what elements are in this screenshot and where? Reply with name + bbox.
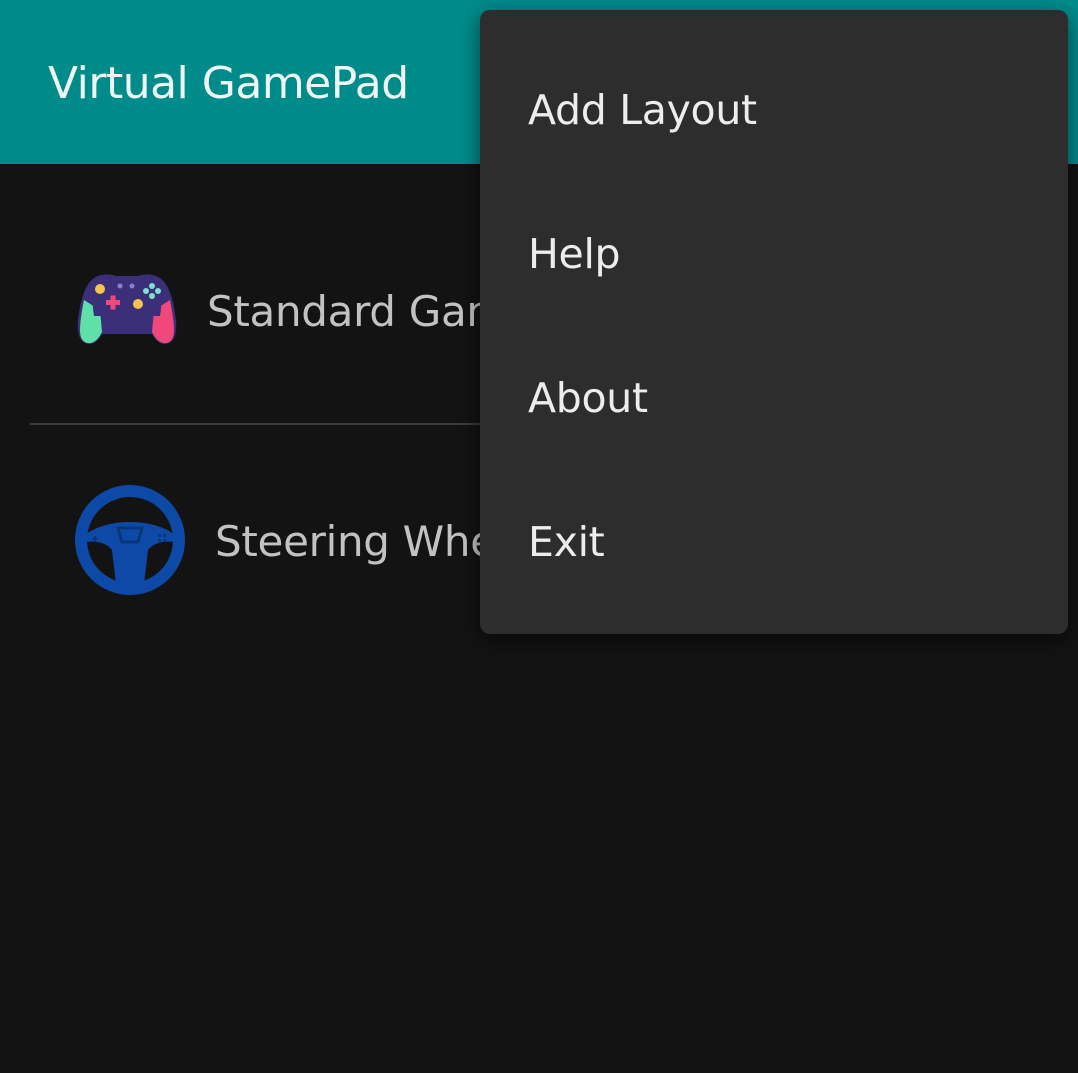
gamepad-icon xyxy=(77,274,177,345)
steering-wheel-icon xyxy=(75,485,185,595)
menu-item-label: Help xyxy=(528,230,621,278)
overflow-menu: Add Layout Help About Exit xyxy=(480,10,1068,634)
app-root: Virtual GamePad Standard Gam Steering Wh… xyxy=(0,0,1078,1073)
menu-item-exit[interactable]: Exit xyxy=(480,468,1068,612)
menu-item-label: Exit xyxy=(528,518,605,566)
menu-item-add-layout[interactable]: Add Layout xyxy=(480,36,1068,180)
list-item-label: Standard Gam xyxy=(207,287,508,336)
app-title: Virtual GamePad xyxy=(48,58,409,109)
list-item-label: Steering Whee xyxy=(215,517,522,566)
menu-item-label: About xyxy=(528,374,648,422)
menu-item-label: Add Layout xyxy=(528,86,757,134)
menu-item-help[interactable]: Help xyxy=(480,180,1068,324)
menu-item-about[interactable]: About xyxy=(480,324,1068,468)
